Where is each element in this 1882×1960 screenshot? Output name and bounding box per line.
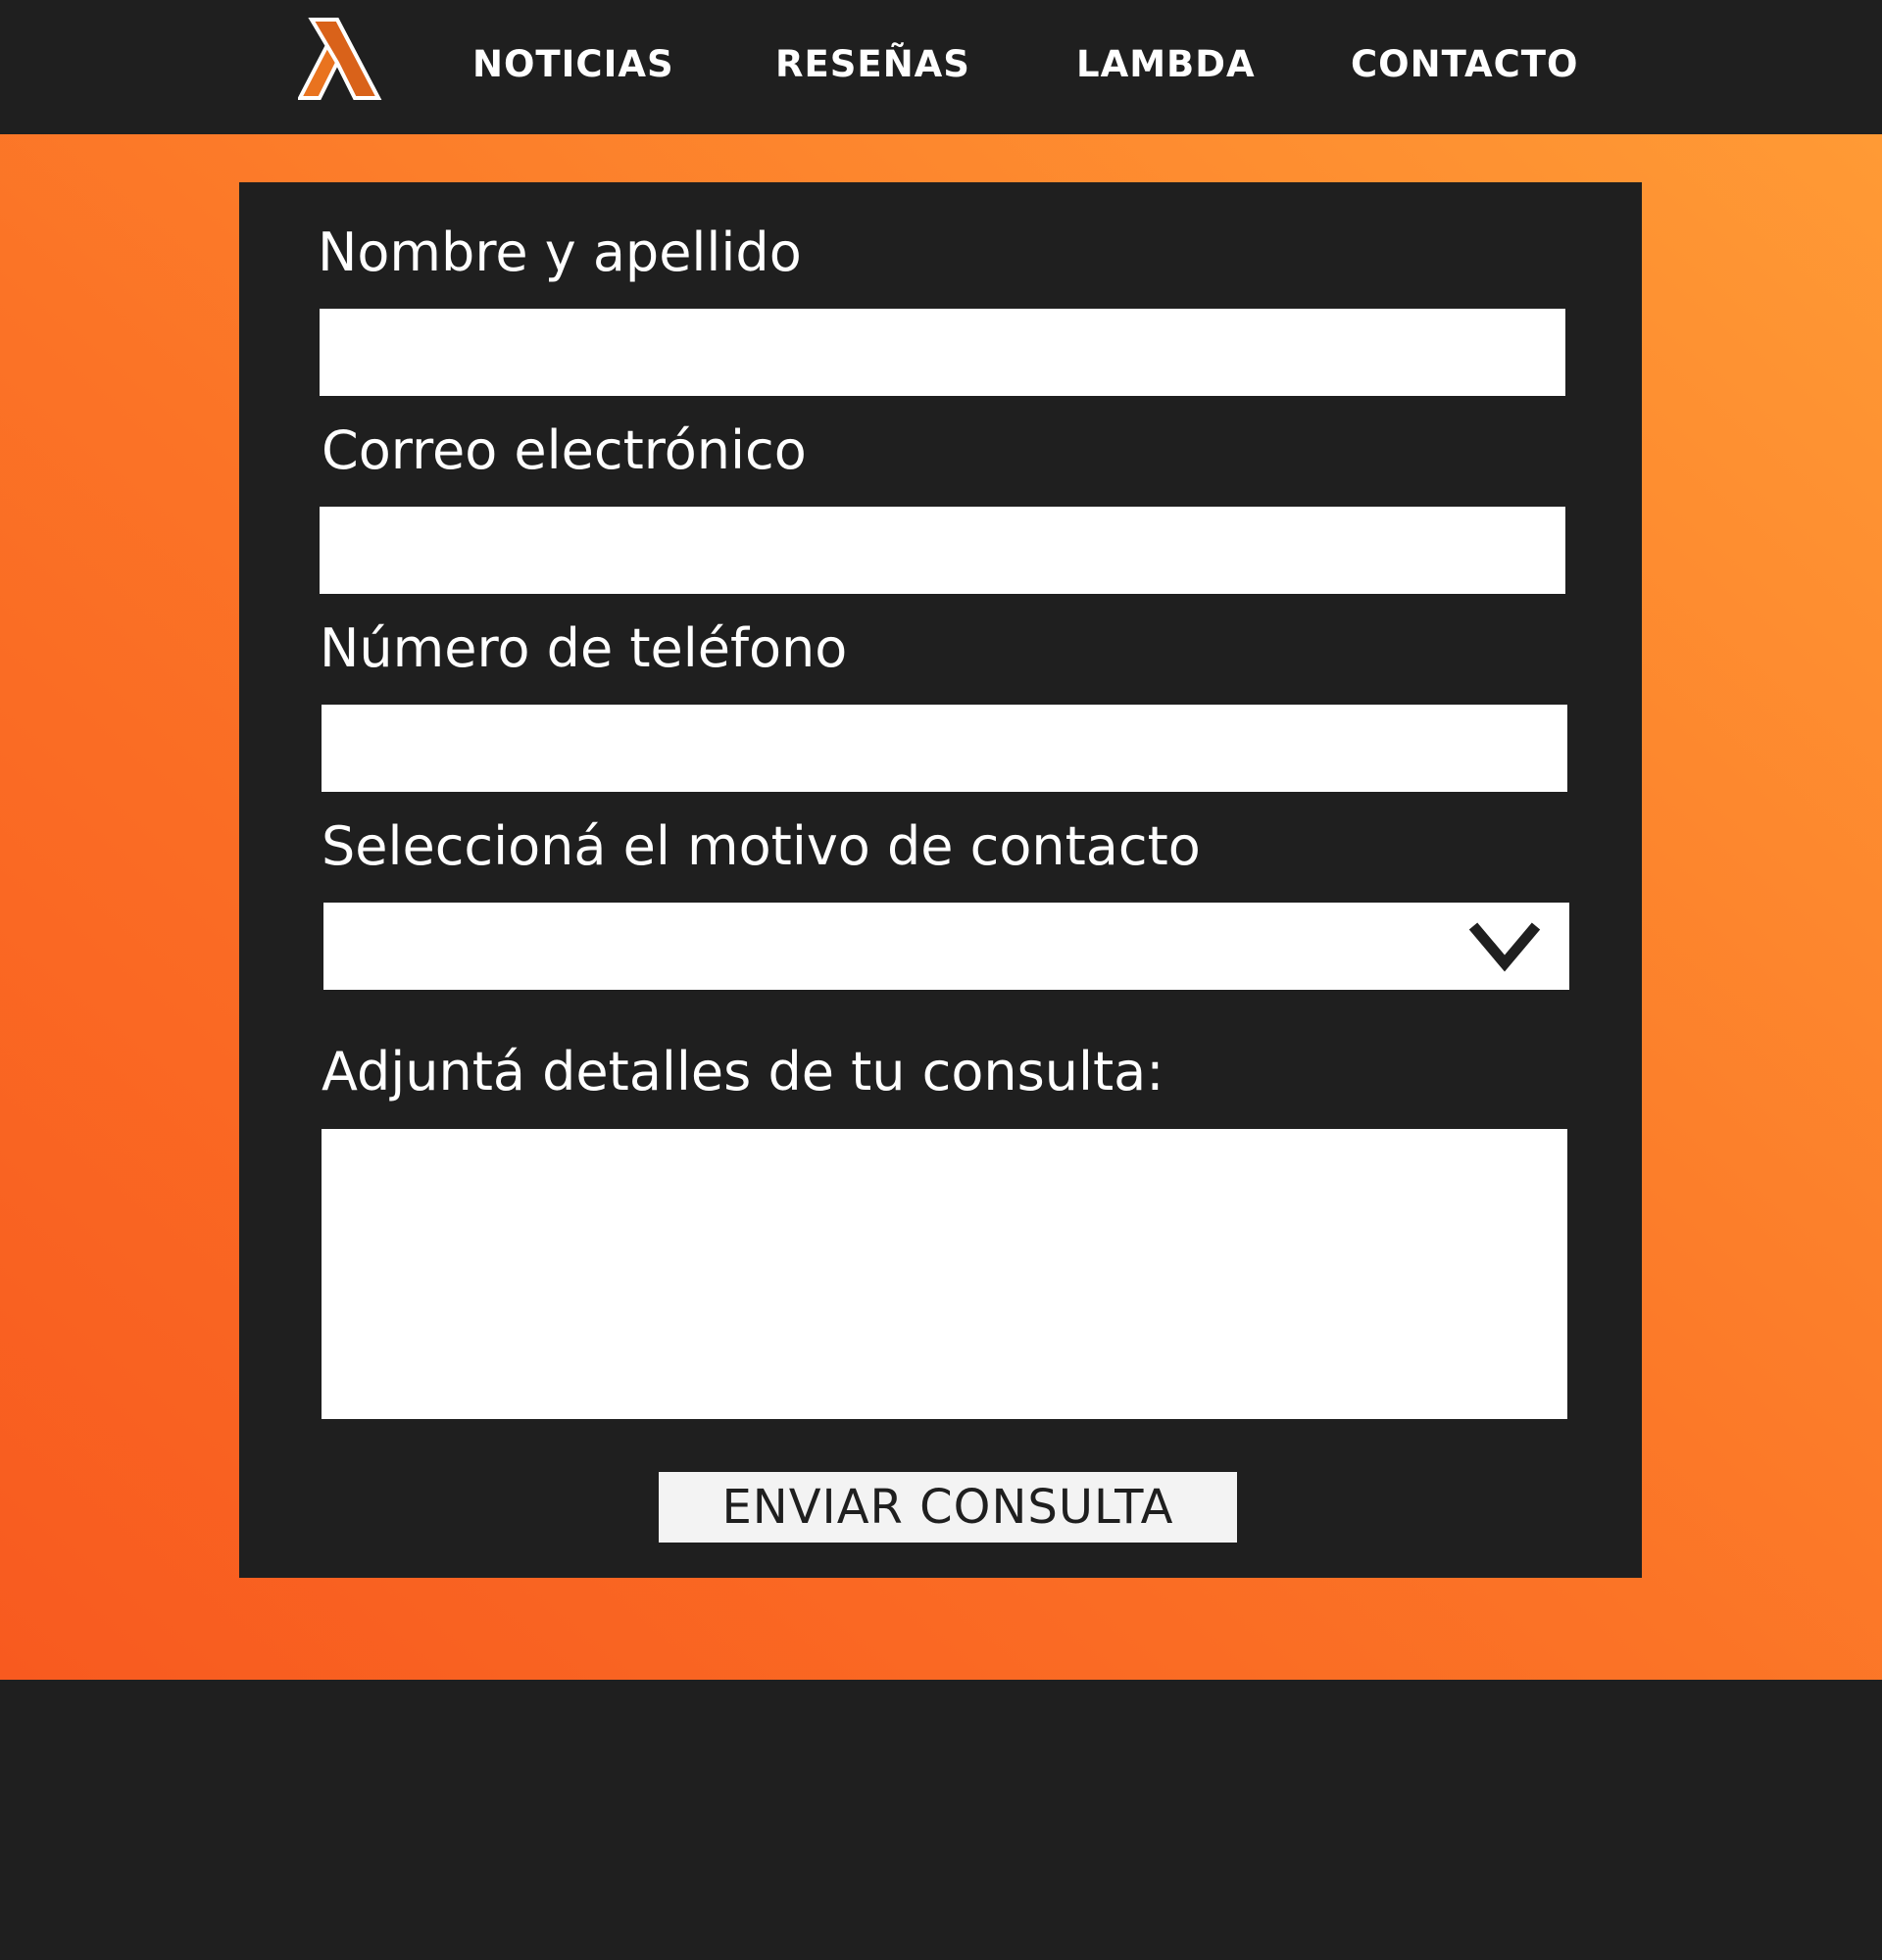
email-label: Correo electrónico	[322, 419, 807, 481]
lambda-logo-icon[interactable]	[298, 16, 386, 108]
nav-link-resenas[interactable]: RESEÑAS	[775, 43, 970, 86]
reason-label: Seleccioná el motivo de contacto	[322, 815, 1201, 877]
contact-form: Nombre y apellido Correo electrónico Núm…	[239, 182, 1642, 1578]
nav-link-noticias[interactable]: NOTICIAS	[472, 43, 674, 86]
submit-button[interactable]: ENVIAR CONSULTA	[659, 1472, 1237, 1543]
page: NOTICIAS RESEÑAS LAMBDA CONTACTO Nombre …	[0, 0, 1882, 1960]
top-nav-bar: NOTICIAS RESEÑAS LAMBDA CONTACTO	[0, 0, 1882, 134]
name-label: Nombre y apellido	[318, 221, 802, 283]
nav-link-lambda[interactable]: LAMBDA	[1076, 43, 1256, 86]
name-input[interactable]	[320, 309, 1565, 396]
details-textarea[interactable]	[322, 1129, 1567, 1419]
reason-select[interactable]	[323, 903, 1569, 990]
email-input[interactable]	[320, 507, 1565, 594]
details-label: Adjuntá detalles de tu consulta:	[322, 1041, 1164, 1102]
phone-label: Número de teléfono	[320, 617, 848, 679]
chevron-down-icon[interactable]	[1467, 918, 1542, 973]
nav-link-contacto[interactable]: CONTACTO	[1351, 43, 1578, 86]
phone-input[interactable]	[322, 705, 1567, 792]
